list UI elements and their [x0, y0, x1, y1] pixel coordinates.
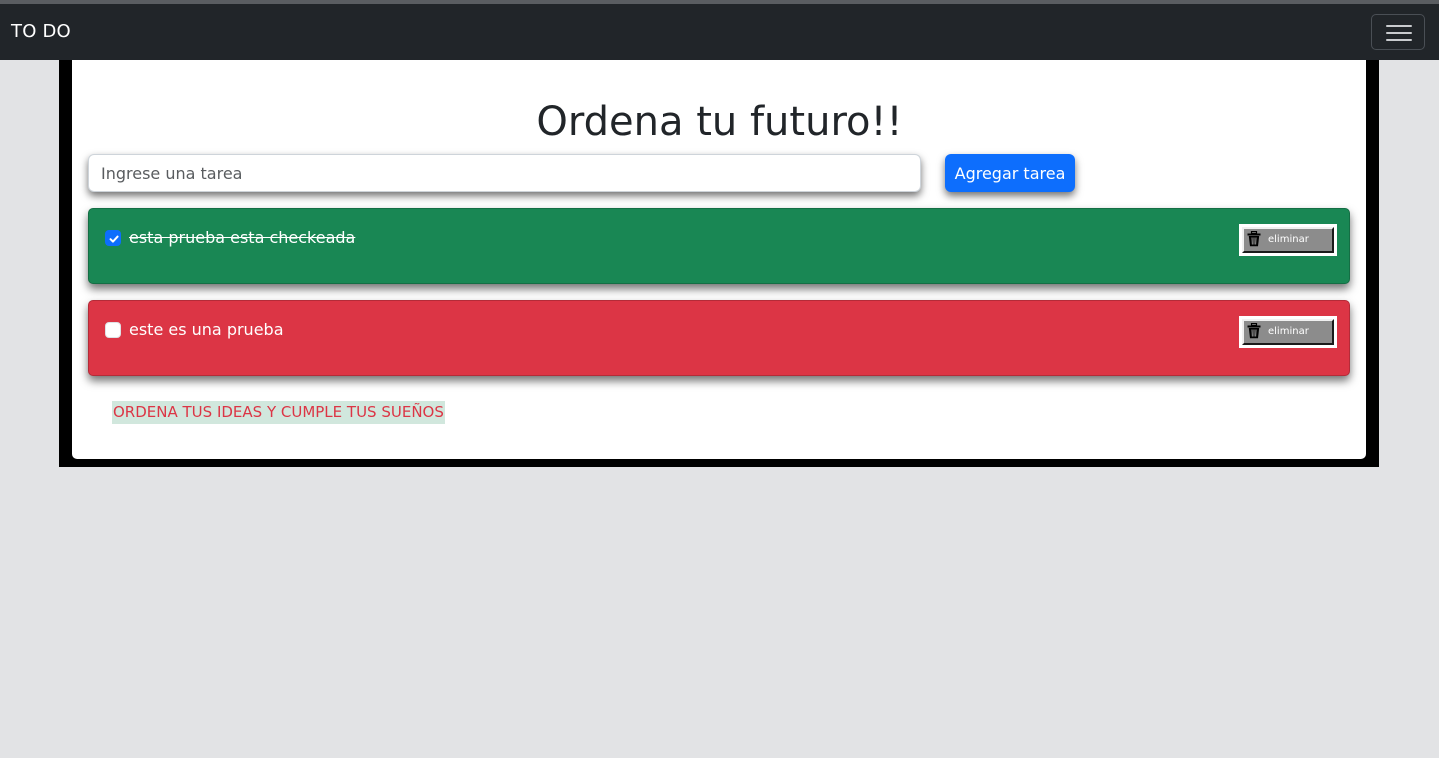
task-input[interactable] — [88, 154, 921, 192]
delete-task-button[interactable]: eliminar — [1242, 319, 1334, 345]
delete-button-label: eliminar — [1268, 234, 1309, 245]
checkmark-icon — [109, 235, 119, 243]
task-item-checked: esta prueba esta checkeada eliminar — [88, 208, 1350, 284]
trash-icon — [1247, 323, 1261, 339]
delete-button-label: eliminar — [1268, 326, 1309, 337]
task-text: esta prueba esta checkeada — [129, 228, 356, 247]
task-checkbox[interactable] — [105, 230, 121, 246]
trash-icon — [1247, 231, 1261, 247]
navbar-brand[interactable]: TO DO — [11, 21, 71, 43]
task-item-pending: este es una prueba eliminar — [88, 300, 1350, 376]
navbar: TO DO — [0, 4, 1439, 60]
footer-motto: ORDENA TUS IDEAS Y CUMPLE TUS SUEÑOS — [112, 401, 445, 424]
task-text: este es una prueba — [129, 320, 284, 339]
task-checkbox[interactable] — [105, 322, 121, 338]
page-title: Ordena tu futuro!! — [536, 99, 903, 145]
navbar-toggler-button[interactable] — [1371, 14, 1425, 50]
delete-task-button[interactable]: eliminar — [1242, 227, 1334, 253]
add-task-button[interactable]: Agregar tarea — [945, 154, 1075, 192]
